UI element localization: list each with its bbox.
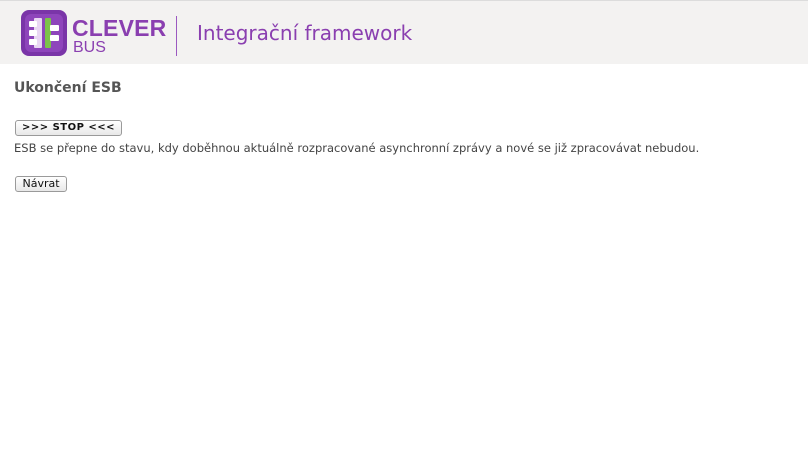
page-title: Ukončení ESB xyxy=(14,80,122,96)
header: CLEVER BUS Integrační framework xyxy=(0,0,808,64)
brand-name: CLEVER xyxy=(72,15,167,41)
stop-description: ESB se přepne do stavu, kdy doběhnou akt… xyxy=(14,141,700,155)
app-title: Integrační framework xyxy=(197,21,413,45)
clever-bus-logo-icon xyxy=(21,10,67,56)
brand-subname: BUS xyxy=(73,39,106,56)
header-divider xyxy=(176,16,177,56)
back-button[interactable]: Návrat xyxy=(15,176,67,192)
stop-button[interactable]: >>> STOP <<< xyxy=(15,120,122,136)
